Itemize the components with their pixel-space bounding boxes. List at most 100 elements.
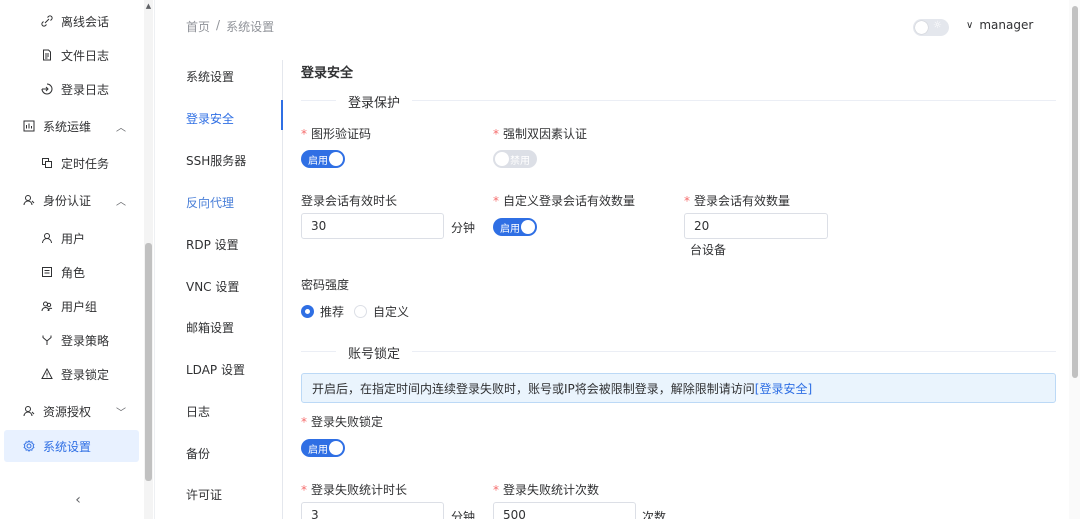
settings-nav-rdp[interactable]: RDP 设置 (186, 236, 239, 253)
twofa-switch[interactable]: 禁用 (493, 150, 537, 168)
section-heading-login-protection: 登录保护 (336, 92, 413, 111)
sidebar-item-user-groups[interactable]: 用户组 (40, 290, 97, 322)
login-icon (40, 82, 54, 96)
scroll-up-arrow-icon[interactable]: ▲ (145, 3, 152, 10)
switch-text: 启用 (308, 445, 328, 456)
username: manager (979, 18, 1034, 32)
section-heading-account-lock: 账号锁定 (336, 343, 413, 362)
settings-nav-backup[interactable]: 备份 (186, 445, 210, 462)
role-icon (40, 265, 54, 279)
required-mark: * (301, 415, 307, 429)
fail-lock-label-text: 登录失败锁定 (311, 415, 384, 429)
settings-nav-system[interactable]: 系统设置 (186, 68, 234, 85)
user-icon (22, 193, 36, 207)
required-mark: * (301, 483, 307, 497)
section-divider (301, 351, 1056, 352)
collapse-sidebar-button[interactable]: ‹ (70, 492, 86, 508)
session-timeout-input[interactable]: 30 (301, 213, 444, 239)
captcha-switch[interactable]: 启用 (301, 150, 345, 168)
password-option-custom[interactable]: 自定义 (354, 303, 409, 320)
sidebar-item-label: 角色 (61, 265, 86, 280)
sidebar-item-label: 用户组 (61, 299, 98, 314)
sidebar-group-auth[interactable]: 身份认证 ︿ (22, 184, 126, 216)
sidebar-scrollbar-thumb[interactable] (145, 243, 152, 481)
custom-session-count-switch[interactable]: 启用 (493, 218, 537, 236)
sidebar-item-file-logs[interactable]: 文件日志 (40, 39, 109, 71)
chevron-up-icon: ︿ (116, 196, 126, 208)
info-alert: 开启后，在指定时间内连续登录失败时，账号或IP将会被限制登录，解除限制请访问 [登… (301, 373, 1056, 403)
sidebar-item-roles[interactable]: 角色 (40, 256, 85, 288)
session-count-input[interactable]: 20 (684, 213, 828, 239)
sidebar-item-users[interactable]: 用户 (40, 222, 85, 254)
sidebar-item-login-policy[interactable]: 登录策略 (40, 324, 109, 356)
twofa-label-text: 强制双因素认证 (503, 127, 588, 141)
sidebar: 离线会话 文件日志 登录日志 系统运维 ︿ 定时任务 身份认证 ︿ 用户 角色 … (0, 0, 155, 519)
file-icon (40, 48, 54, 62)
settings-nav-license[interactable]: 许可证 (186, 486, 222, 503)
sidebar-item-label: 登录锁定 (61, 367, 110, 382)
user-icon (22, 404, 36, 418)
settings-nav-mail[interactable]: 邮箱设置 (186, 319, 234, 336)
settings-nav-logs[interactable]: 日志 (186, 403, 210, 420)
main-scrollbar[interactable] (1069, 0, 1080, 519)
radio-label: 自定义 (373, 305, 410, 319)
sidebar-item-label: 登录策略 (61, 333, 110, 348)
captcha-label-text: 图形验证码 (311, 127, 372, 141)
input-value: 20 (694, 219, 710, 233)
sidebar-item-label: 系统运维 (43, 119, 92, 134)
sidebar-group-resource-auth[interactable]: 资源授权 ﹀ (22, 395, 126, 427)
chevron-down-icon: ﹀ (116, 407, 126, 419)
input-value: 500 (503, 508, 526, 519)
sidebar-item-system-settings[interactable]: 系统设置 (4, 430, 139, 462)
fail-lock-switch[interactable]: 启用 (301, 439, 345, 457)
session-count-label: * 登录会话有效数量 (684, 192, 790, 209)
radio-dot (301, 305, 314, 318)
required-mark: * (301, 127, 307, 141)
settings-nav-ssh[interactable]: SSH服务器 (186, 152, 246, 169)
session-count-label-text: 登录会话有效数量 (694, 194, 791, 208)
fail-count-unit: 次数 (642, 510, 667, 519)
theme-toggle[interactable]: ☼ (913, 19, 949, 36)
settings-nav-login-security[interactable]: 登录安全 (186, 110, 234, 127)
password-option-recommended[interactable]: 推荐 (301, 303, 344, 320)
sidebar-item-login-logs[interactable]: 登录日志 (40, 73, 109, 105)
fail-window-label: * 登录失败统计时长 (301, 481, 407, 498)
fail-window-input[interactable]: 3 (301, 502, 444, 519)
radio-dot (354, 305, 367, 318)
breadcrumb: 首页 / 系统设置 (186, 18, 274, 35)
fail-window-unit: 分钟 (451, 510, 476, 519)
session-timeout-unit: 分钟 (451, 221, 476, 235)
switch-text: 启用 (308, 156, 328, 167)
sidebar-scrollbar[interactable]: ▲ (144, 0, 153, 519)
fail-count-label: * 登录失败统计次数 (493, 481, 599, 498)
fail-count-input[interactable]: 500 (493, 502, 636, 519)
alert-link[interactable]: [登录安全] (755, 380, 812, 397)
required-mark: * (493, 194, 499, 208)
unlink-icon (40, 14, 54, 28)
user-menu[interactable]: ∨ manager (966, 18, 1033, 32)
toggle-knob (915, 21, 928, 34)
breadcrumb-current: 系统设置 (226, 20, 275, 34)
dashboard-icon (22, 119, 36, 133)
sidebar-item-login-lock[interactable]: 登录锁定 (40, 358, 109, 390)
input-value: 30 (311, 219, 327, 233)
breadcrumb-home[interactable]: 首页 (186, 18, 210, 35)
main-scrollbar-thumb[interactable] (1072, 6, 1078, 378)
sidebar-group-ops[interactable]: 系统运维 ︿ (22, 110, 126, 142)
required-mark: * (684, 194, 690, 208)
settings-nav-reverse-proxy[interactable]: 反向代理 (186, 194, 234, 211)
settings-nav-ldap[interactable]: LDAP 设置 (186, 361, 245, 378)
sidebar-item-scheduled-tasks[interactable]: 定时任务 (40, 147, 109, 179)
gear-icon (22, 439, 36, 453)
required-mark: * (493, 483, 499, 497)
captcha-label: * 图形验证码 (301, 125, 371, 142)
sidebar-item-label: 用户 (61, 231, 86, 246)
chevron-up-icon: ︿ (116, 122, 126, 134)
sidebar-item-label: 资源授权 (43, 404, 92, 419)
fail-window-label-text: 登录失败统计时长 (311, 483, 408, 497)
alert-text: 开启后，在指定时间内连续登录失败时，账号或IP将会被限制登录，解除限制请访问 (312, 381, 755, 396)
settings-nav-vnc[interactable]: VNC 设置 (186, 278, 239, 295)
radio-label: 推荐 (320, 305, 345, 319)
twofa-label: * 强制双因素认证 (493, 125, 587, 142)
sidebar-item-offline-sessions[interactable]: 离线会话 (40, 5, 109, 37)
